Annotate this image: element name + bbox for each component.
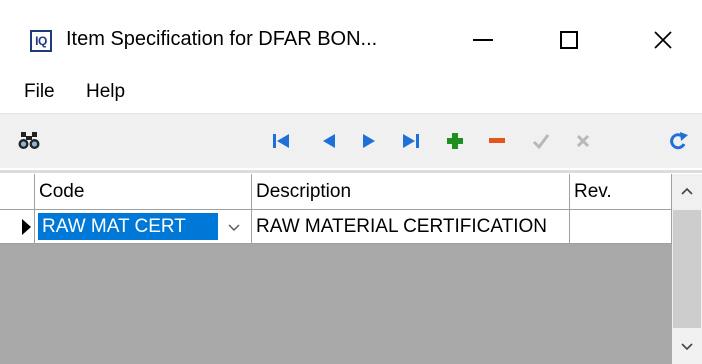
menu-bar: File Help (0, 76, 702, 110)
refresh-button[interactable] (664, 114, 694, 168)
maximize-button[interactable] (546, 22, 592, 58)
x-icon (576, 134, 590, 148)
table-row[interactable]: RAW MAT CERT RAW MATERIAL CERTIFICATION (0, 210, 672, 244)
last-record-button[interactable] (396, 114, 426, 168)
prior-record-icon (323, 134, 335, 148)
minus-icon (489, 138, 505, 143)
toolbar-divider (0, 170, 702, 173)
column-header-code[interactable]: Code (35, 174, 252, 210)
binoculars-icon (18, 132, 40, 149)
toolbar (0, 113, 702, 168)
check-icon (532, 134, 550, 149)
post-edit-button[interactable] (526, 114, 556, 168)
current-row-arrow-icon (22, 219, 31, 235)
chevron-down-icon (228, 224, 240, 231)
menu-file[interactable]: File (24, 81, 55, 103)
vertical-scrollbar[interactable] (672, 174, 702, 364)
code-cell-value[interactable]: RAW MAT CERT (38, 213, 218, 240)
first-record-button[interactable] (266, 114, 296, 168)
plus-icon (447, 133, 463, 149)
next-record-icon (363, 134, 375, 148)
app-icon: IQ (30, 30, 52, 52)
item-spec-grid[interactable]: Code Description Rev. RAW MAT CERT RAW M… (0, 174, 672, 364)
grid-header: Code Description Rev. (0, 174, 672, 210)
title-bar: IQ Item Specification for DFAR BON... (0, 0, 702, 76)
next-record-button[interactable] (354, 114, 384, 168)
column-header-rev[interactable]: Rev. (570, 174, 672, 210)
column-header-description[interactable]: Description (252, 174, 570, 210)
maximize-icon (560, 31, 578, 49)
scroll-thumb[interactable] (673, 210, 701, 328)
chevron-up-icon (681, 187, 693, 195)
last-record-icon (403, 134, 419, 148)
row-indicator (0, 210, 35, 244)
refresh-icon (670, 132, 688, 150)
find-button[interactable] (14, 114, 44, 168)
minimize-icon (473, 39, 493, 41)
menu-help[interactable]: Help (86, 81, 125, 103)
code-dropdown-button[interactable] (221, 216, 247, 240)
rev-cell[interactable] (570, 210, 672, 244)
row-indicator-header (0, 174, 35, 210)
description-cell[interactable]: RAW MATERIAL CERTIFICATION (252, 210, 570, 244)
code-cell[interactable]: RAW MAT CERT (35, 210, 252, 244)
cancel-edit-button[interactable] (568, 114, 598, 168)
minimize-button[interactable] (460, 22, 506, 58)
close-button[interactable] (640, 22, 686, 58)
first-record-icon (273, 134, 289, 148)
delete-record-button[interactable] (482, 114, 512, 168)
prior-record-button[interactable] (314, 114, 344, 168)
window-title: Item Specification for DFAR BON... (66, 28, 378, 50)
insert-record-button[interactable] (440, 114, 470, 168)
close-icon (654, 31, 672, 49)
scroll-down-button[interactable] (672, 330, 702, 364)
chevron-down-icon (681, 343, 693, 351)
scroll-up-button[interactable] (672, 174, 702, 208)
